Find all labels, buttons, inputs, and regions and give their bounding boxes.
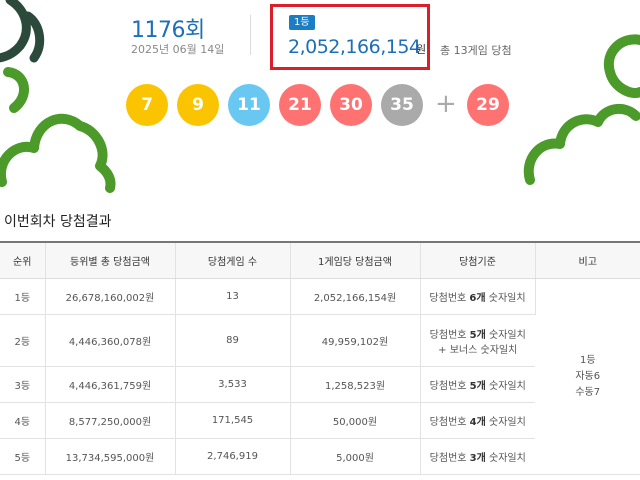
winning-ball-6: 35 <box>381 84 423 126</box>
winning-ball-1: 7 <box>126 84 168 126</box>
draw-date: 2025년 06월 14일 <box>131 43 225 56</box>
bonus-ball: 29 <box>467 84 509 126</box>
criteria-count: 4개 <box>469 417 486 428</box>
total-prize-cell: 8,577,250,000원 <box>45 402 176 439</box>
total-prize-cell: 4,446,360,078원 <box>45 314 176 367</box>
per-game-prize-cell: 2,052,166,154원 <box>290 278 421 315</box>
col-header-per-game-prize: 1게임당 당첨금액 <box>290 241 421 279</box>
total-prize-cell: 4,446,361,759원 <box>45 366 176 403</box>
winning-ball-3: 11 <box>228 84 270 126</box>
col-header-rank: 순위 <box>0 241 46 279</box>
criteria-count: 3개 <box>469 453 486 464</box>
criteria-cell: 당첨번호 5개 숫자일치 + 보너스 숫자일치 <box>420 314 535 367</box>
note-cell: 1등자동6 수동7 <box>535 278 640 475</box>
round-number-value: 1176 <box>131 18 186 43</box>
first-prize-badge: 1등 <box>289 15 315 30</box>
rank-cell: 5등 <box>0 438 46 475</box>
criteria-suffix: 숫자일치 <box>485 293 526 304</box>
winning-games-cell: 2,746,919 <box>175 438 291 475</box>
col-header-criteria: 당첨기준 <box>420 241 536 279</box>
per-game-prize-cell: 50,000원 <box>290 402 421 439</box>
plus-icon: + <box>435 89 457 119</box>
criteria-cell: 당첨번호 5개 숫자일치 <box>420 366 535 403</box>
col-header-note: 비고 <box>535 241 640 279</box>
winning-ball-2: 9 <box>177 84 219 126</box>
winning-games-cell: 13 <box>175 278 291 315</box>
rank-cell: 4등 <box>0 402 46 439</box>
criteria-prefix: 당첨번호 <box>429 381 470 392</box>
criteria-suffix: 숫자일치 <box>485 417 526 428</box>
criteria-count: 6개 <box>469 293 486 304</box>
winning-games-cell: 3,533 <box>175 366 291 403</box>
criteria-prefix: 당첨번호 <box>429 293 470 304</box>
first-prize-amount: 2,052,166,154 <box>288 36 421 58</box>
table-header-row: 순위 등위별 총 당첨금액 당첨게임 수 1게임당 당첨금액 당첨기준 비고 <box>0 241 640 279</box>
total-prize-cell: 13,734,595,000원 <box>45 438 176 475</box>
criteria-cell: 당첨번호 3개 숫자일치 <box>420 438 535 475</box>
results-section-title: 이번회차 당첨결과 <box>4 214 112 230</box>
note-line-1: 1등 <box>579 354 596 366</box>
round-suffix: 회 <box>185 18 205 43</box>
col-header-total-prize: 등위별 총 당첨금액 <box>45 241 176 279</box>
table-row: 1등 26,678,160,002원 13 2,052,166,154원 당첨번… <box>0 278 640 475</box>
per-game-prize-cell: 5,000원 <box>290 438 421 475</box>
total-winners-text: 총 13게임 당첨 <box>440 44 512 57</box>
winning-ball-4: 21 <box>279 84 321 126</box>
rank-cell: 1등 <box>0 278 46 315</box>
criteria-prefix: 당첨번호 <box>429 329 470 341</box>
note-line-3: 수동7 <box>575 386 601 398</box>
criteria-prefix: 당첨번호 <box>429 453 470 464</box>
per-game-prize-cell: 49,959,102원 <box>290 314 421 367</box>
note-line-2: 자동6 <box>575 370 601 382</box>
currency-unit: 원 <box>416 43 427 56</box>
winning-games-cell: 89 <box>175 314 291 367</box>
total-prize-cell: 26,678,160,002원 <box>45 278 176 315</box>
criteria-suffix: 숫자일치 <box>485 453 526 464</box>
criteria-count: 5개 <box>469 329 486 341</box>
criteria-cell: 당첨번호 6개 숫자일치 <box>420 278 536 315</box>
rank-cell: 3등 <box>0 366 46 403</box>
round-number: 1176회 <box>131 12 205 44</box>
criteria-count: 5개 <box>469 381 486 392</box>
criteria-suffix: 숫자일치 <box>485 381 526 392</box>
rank-cell: 2등 <box>0 314 46 367</box>
winning-ball-5: 30 <box>330 84 372 126</box>
per-game-prize-cell: 1,258,523원 <box>290 366 421 403</box>
criteria-prefix: 당첨번호 <box>429 417 470 428</box>
criteria-cell: 당첨번호 4개 숫자일치 <box>420 402 535 439</box>
col-header-winning-games: 당첨게임 수 <box>175 241 291 279</box>
winning-games-cell: 171,545 <box>175 402 291 439</box>
header-divider <box>250 15 251 55</box>
criteria-bonus: + 보너스 숫자일치 <box>438 344 518 356</box>
results-table: 순위 등위별 총 당첨금액 당첨게임 수 1게임당 당첨금액 당첨기준 비고 1… <box>0 241 640 475</box>
criteria-suffix: 숫자일치 <box>485 329 526 341</box>
